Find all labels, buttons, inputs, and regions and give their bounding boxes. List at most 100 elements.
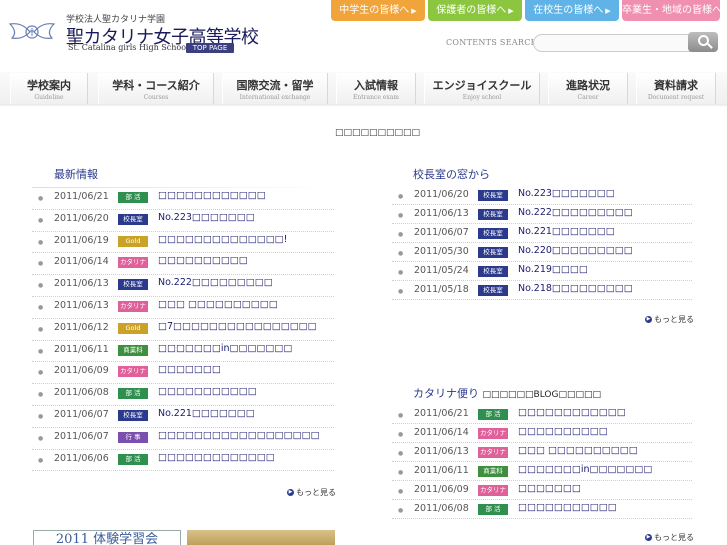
news-title[interactable]: □□□□□□□□□□□ bbox=[158, 386, 257, 397]
for-parents-button[interactable]: 保護者の皆様へ ▶ bbox=[428, 0, 522, 21]
catalina-more-link[interactable]: ▶ もっと見る bbox=[645, 532, 694, 543]
for-alumni-community-button[interactable]: 卒業生・地域の皆様へ▶ bbox=[622, 0, 720, 21]
news-row[interactable]: ● 2011/06/12 Gold □7□□□□□□□□□□□□□□□□ bbox=[32, 319, 334, 341]
news-title[interactable]: No.218□□□□□□□□□ bbox=[518, 283, 633, 294]
news-row[interactable]: ● 2011/06/21 部 活 □□□□□□□□□□□□ bbox=[392, 405, 692, 424]
news-row[interactable]: ● 2011/06/20 校長室 No.223□□□□□□□ bbox=[392, 186, 692, 205]
news-row[interactable]: ● 2011/06/13 カタリナ □□□ □□□□□□□□□□ bbox=[32, 297, 334, 319]
news-title[interactable]: No.223□□□□□□□ bbox=[518, 188, 615, 199]
nav-label: 進路状況 bbox=[566, 79, 610, 92]
nav-enjoy-school[interactable]: エンジョイスクール Enjoy school bbox=[424, 73, 540, 104]
news-row[interactable]: ● 2011/05/24 校長室 No.219□□□□ bbox=[392, 262, 692, 281]
experience-session-banner[interactable]: 2011 体験学習会 bbox=[33, 530, 181, 545]
news-row[interactable]: ● 2011/06/14 カタリナ □□□□□□□□□□ bbox=[32, 253, 334, 276]
news-row[interactable]: ● 2011/06/09 カタリナ □□□□□□□ bbox=[392, 481, 692, 500]
news-title[interactable]: No.220□□□□□□□□□ bbox=[518, 245, 633, 256]
nav-document-request[interactable]: 資料請求 Document request bbox=[636, 73, 716, 104]
news-date: 2011/06/13 bbox=[414, 208, 469, 219]
latest-news-heading: 最新情報 bbox=[54, 168, 98, 181]
top-button-label: 中学生の皆様へ bbox=[339, 5, 410, 16]
category-badge: 校長室 bbox=[118, 410, 148, 421]
news-row[interactable]: ● 2011/06/06 部 活 □□□□□□□□□□□□□ bbox=[32, 450, 334, 472]
news-row[interactable]: ● 2011/06/21 部 活 □□□□□□□□□□□□ bbox=[32, 188, 334, 210]
bullet-icon: ● bbox=[38, 413, 44, 420]
news-row[interactable]: ● 2011/06/07 行 事 □□□□□□□□□□□□□□□□□□ bbox=[32, 428, 334, 450]
news-title[interactable]: □□□□□□□□□□□ bbox=[518, 502, 617, 513]
principal-more-link[interactable]: ▶ もっと見る bbox=[645, 314, 694, 325]
photo-banner[interactable] bbox=[187, 530, 335, 545]
news-row[interactable]: ● 2011/05/18 校長室 No.218□□□□□□□□□ bbox=[392, 281, 692, 300]
news-title[interactable]: No.221□□□□□□□ bbox=[158, 408, 255, 419]
news-title[interactable]: □□□□□□□□□□□□ bbox=[158, 190, 266, 201]
news-title[interactable]: □□□□□□□□□□□□□□! bbox=[158, 234, 287, 245]
news-title[interactable]: □□□□□□□ bbox=[158, 364, 221, 375]
category-badge: カタリナ bbox=[478, 485, 508, 496]
news-date: 2011/06/11 bbox=[414, 465, 469, 476]
nav-entrance-exam[interactable]: 入試情報 Entrance exam bbox=[336, 73, 416, 104]
nav-sublabel: Guideline bbox=[34, 94, 64, 101]
news-date: 2011/06/08 bbox=[414, 503, 469, 514]
row-divider bbox=[392, 518, 692, 519]
school-logo[interactable] bbox=[8, 20, 56, 44]
news-title[interactable]: No.221□□□□□□□ bbox=[518, 226, 615, 237]
bullet-icon: ● bbox=[398, 212, 404, 219]
bullet-icon: ● bbox=[38, 369, 44, 377]
top-page-link[interactable]: TOP PAGE bbox=[186, 43, 234, 53]
news-row[interactable]: ● 2011/06/07 校長室 No.221□□□□□□□ bbox=[392, 224, 692, 243]
news-date: 2011/06/12 bbox=[54, 321, 109, 333]
bullet-icon: ● bbox=[398, 288, 404, 295]
news-row[interactable]: ● 2011/06/11 商業科 □□□□□□□in□□□□□□□ bbox=[392, 462, 692, 481]
category-badge: 校長室 bbox=[478, 228, 508, 239]
nav-career[interactable]: 進路状況 Career bbox=[548, 73, 628, 104]
category-badge: 部 活 bbox=[118, 192, 148, 203]
bullet-icon: ● bbox=[398, 431, 404, 438]
news-row[interactable]: ● 2011/06/14 カタリナ □□□□□□□□□□ bbox=[392, 424, 692, 443]
news-row[interactable]: ● 2011/06/20 校長室 No.223□□□□□□□ bbox=[32, 210, 334, 232]
search-button[interactable] bbox=[688, 32, 718, 52]
for-junior-high-students-button[interactable]: 中学生の皆様へ ▶ bbox=[331, 0, 425, 21]
news-title[interactable]: □□□□□□□□□□ bbox=[518, 426, 608, 437]
news-title[interactable]: □□□□□□□□□□ bbox=[158, 255, 248, 266]
nav-sublabel: Career bbox=[577, 94, 599, 101]
news-title[interactable]: No.219□□□□ bbox=[518, 264, 588, 275]
news-title[interactable]: □□□ □□□□□□□□□□ bbox=[518, 445, 638, 456]
school-english-name: St. Catalina girls High School bbox=[68, 43, 189, 52]
nav-courses[interactable]: 学科・コース紹介 Courses bbox=[98, 73, 214, 104]
news-title[interactable]: □□□□□□□ bbox=[518, 483, 581, 494]
nav-label: 資料請求 bbox=[654, 79, 698, 92]
news-row[interactable]: ● 2011/06/13 カタリナ □□□ □□□□□□□□□□ bbox=[392, 443, 692, 462]
news-row[interactable]: ● 2011/06/08 部 活 □□□□□□□□□□□ bbox=[32, 384, 334, 406]
bullet-icon: ● bbox=[38, 216, 44, 224]
news-title[interactable]: No.222□□□□□□□□□ bbox=[158, 277, 273, 288]
news-title[interactable]: No.223□□□□□□□ bbox=[158, 212, 255, 223]
bullet-icon: ● bbox=[398, 488, 404, 495]
news-row[interactable]: ● 2011/06/13 校長室 No.222□□□□□□□□□ bbox=[32, 275, 334, 297]
news-row[interactable]: ● 2011/05/30 校長室 No.220□□□□□□□□□ bbox=[392, 243, 692, 262]
news-title[interactable]: □□□□□□□□□□□□□ bbox=[158, 452, 275, 463]
news-title[interactable]: □7□□□□□□□□□□□□□□□□ bbox=[158, 321, 317, 332]
news-date: 2011/06/20 bbox=[414, 189, 469, 200]
news-title[interactable]: □□□ □□□□□□□□□□ bbox=[158, 299, 278, 310]
news-title[interactable]: □□□□□□□in□□□□□□□ bbox=[158, 343, 292, 354]
nav-guideline[interactable]: 学校案内 Guideline bbox=[10, 73, 88, 104]
latest-more-link[interactable]: ▶ もっと見る bbox=[287, 487, 336, 498]
news-title[interactable]: □□□□□□□□□□□□ bbox=[518, 407, 626, 418]
news-row[interactable]: ● 2011/06/08 部 活 □□□□□□□□□□□ bbox=[392, 500, 692, 519]
news-row[interactable]: ● 2011/06/11 商業科 □□□□□□□in□□□□□□□ bbox=[32, 341, 334, 363]
news-date: 2011/06/21 bbox=[54, 191, 109, 202]
for-current-students-button[interactable]: 在校生の皆様へ ▶ bbox=[525, 0, 619, 21]
news-title[interactable]: □□□□□□□□□□□□□□□□□□ bbox=[158, 430, 320, 441]
search-input[interactable] bbox=[533, 34, 691, 52]
news-row[interactable]: ● 2011/06/09 カタリナ □□□□□□□ bbox=[32, 362, 334, 385]
news-title[interactable]: No.222□□□□□□□□□ bbox=[518, 207, 633, 218]
nav-international-exchange[interactable]: 国際交流・留学 International exchange bbox=[222, 73, 328, 104]
bullet-icon: ● bbox=[38, 391, 44, 399]
news-date: 2011/06/09 bbox=[54, 365, 109, 377]
news-row[interactable]: ● 2011/06/13 校長室 No.222□□□□□□□□□ bbox=[392, 205, 692, 224]
news-row[interactable]: ● 2011/06/19 Gold □□□□□□□□□□□□□□! bbox=[32, 232, 334, 254]
news-date: 2011/06/08 bbox=[54, 387, 109, 399]
catalina-subtitle: □□□□□□BLOG□□□□□ bbox=[482, 390, 601, 400]
contents-search-label: CONTENTS SEARCH bbox=[446, 38, 538, 47]
news-row[interactable]: ● 2011/06/07 校長室 No.221□□□□□□□ bbox=[32, 406, 334, 428]
news-title[interactable]: □□□□□□□in□□□□□□□ bbox=[518, 464, 652, 475]
